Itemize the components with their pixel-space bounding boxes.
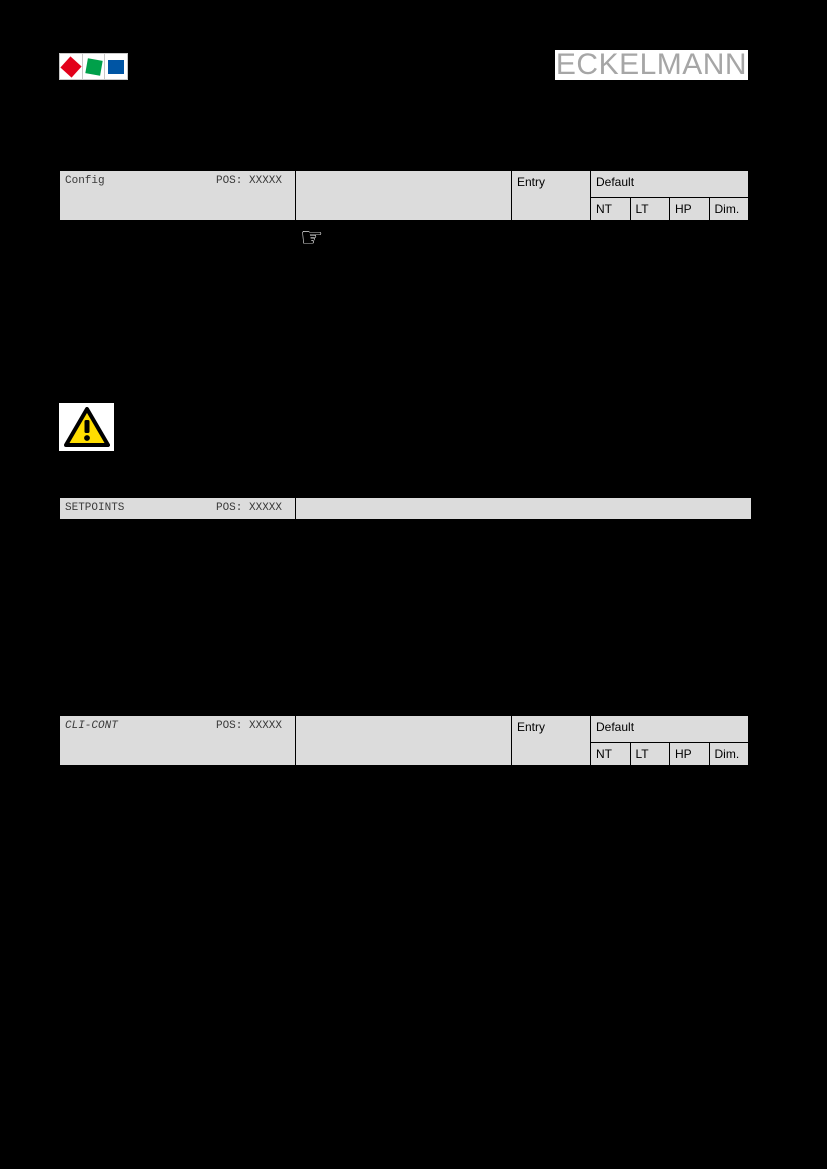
config-default-label-nt: NT — [596, 202, 612, 216]
setpoints-table: SETPOINTS POS: XXXXX — [59, 497, 752, 520]
table-row: Config POS: XXXXX Entry Default — [59, 170, 749, 221]
table-row: SETPOINTS POS: XXXXX — [59, 497, 752, 520]
config-default-label-hp: HP — [675, 202, 692, 216]
cli-cont-default-label-nt: NT — [596, 747, 612, 761]
cli-cont-default-label-hp: HP — [675, 747, 692, 761]
cli-cont-default-col-hp: HP — [669, 742, 710, 766]
config-default-col-dim: Dim. — [708, 197, 749, 221]
warning-triangle-svg — [63, 407, 110, 447]
red-diamond-icon — [60, 55, 82, 78]
cli-cont-description-text — [296, 716, 511, 724]
config-default-col-hp: HP — [669, 197, 710, 221]
setpoints-description-text — [296, 498, 751, 506]
cli-cont-entry-header: Entry — [517, 720, 546, 734]
config-entry-header: Entry — [517, 175, 546, 189]
eckelmann-logo — [59, 53, 128, 80]
logo-cell-green — [83, 54, 106, 79]
cli-cont-default-col-lt: LT — [629, 742, 670, 766]
cli-cont-default-header-cell: Default — [590, 715, 749, 743]
company-wordmark-text: ECKELMANN — [555, 48, 748, 81]
config-default-label-lt: LT — [635, 202, 649, 216]
cli-cont-description-cell — [295, 715, 512, 766]
cli-cont-position-label: POS: XXXXX — [215, 720, 282, 732]
setpoints-position-label: POS: XXXXX — [215, 502, 282, 514]
cli-cont-default-col-nt: NT — [590, 742, 631, 766]
pointing-hand-glyph: ☞ — [300, 228, 324, 249]
cli-cont-default-header: Default — [596, 720, 635, 734]
cli-cont-default-col-dim: Dim. — [708, 742, 749, 766]
logo-cell-red — [60, 54, 83, 79]
cli-cont-default-label-lt: LT — [635, 747, 649, 761]
config-default-col-lt: LT — [629, 197, 670, 221]
config-name-cell: Config POS: XXXXX — [59, 170, 296, 221]
config-default-header: Default — [596, 175, 635, 189]
config-default-header-cell: Default — [590, 170, 749, 198]
setpoints-description-cell — [295, 497, 752, 520]
table-row: CLI-CONT POS: XXXXX Entry Default — [59, 715, 749, 766]
config-default-label-dim: Dim. — [714, 202, 740, 216]
config-description-cell — [295, 170, 512, 221]
cli-cont-parameter-table: CLI-CONT POS: XXXXX Entry Default NT LT — [59, 715, 749, 766]
cli-cont-name-cell: CLI-CONT POS: XXXXX — [59, 715, 296, 766]
pointing-hand-icon: ☞ — [300, 228, 339, 249]
cli-cont-entry-header-cell: Entry — [511, 715, 591, 766]
config-name-label: Config — [65, 175, 105, 187]
setpoints-name-cell: SETPOINTS POS: XXXXX — [59, 497, 296, 520]
config-position-label: POS: XXXXX — [215, 175, 282, 187]
config-parameter-table: Config POS: XXXXX Entry Default NT LT HP… — [59, 170, 749, 221]
green-square-icon — [84, 57, 103, 76]
config-default-col-nt: NT — [590, 197, 631, 221]
config-entry-header-cell: Entry — [511, 170, 591, 221]
logo-cell-blue — [105, 54, 127, 79]
cli-cont-default-label-dim: Dim. — [714, 747, 740, 761]
warning-triangle-icon — [59, 403, 114, 451]
company-wordmark: ECKELMANN — [555, 50, 748, 80]
cli-cont-name-label: CLI-CONT — [65, 720, 118, 732]
setpoints-name-label: SETPOINTS — [65, 502, 125, 514]
blue-square-icon — [108, 59, 125, 74]
config-description-text — [296, 171, 511, 179]
